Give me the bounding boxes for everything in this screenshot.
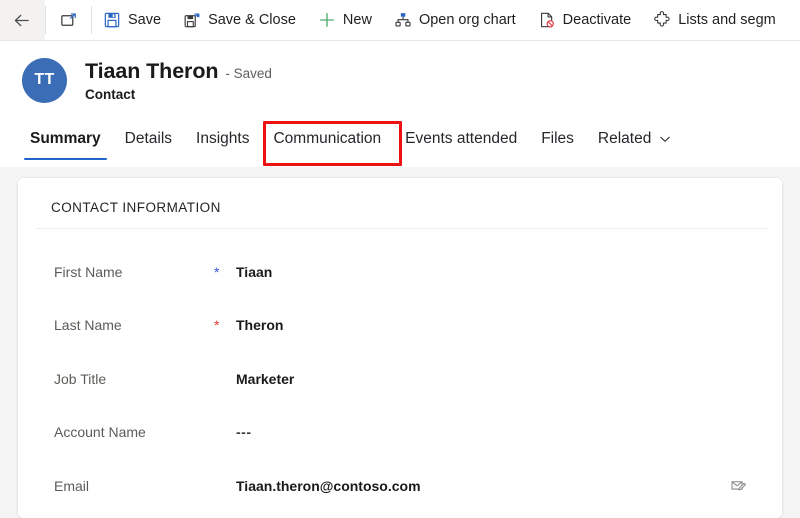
- deactivate-icon: [538, 11, 556, 29]
- tab-summary-label: Summary: [30, 130, 101, 147]
- tab-details[interactable]: Details: [113, 119, 184, 159]
- lists-and-segments-button[interactable]: Lists and segm: [642, 0, 787, 40]
- back-button[interactable]: [0, 0, 45, 40]
- tab-related[interactable]: Related: [586, 119, 684, 159]
- tab-details-label: Details: [124, 130, 173, 147]
- card-section-title: CONTACT INFORMATION: [51, 200, 221, 215]
- chevron-down-icon: [658, 132, 672, 146]
- new-button[interactable]: New: [307, 0, 383, 40]
- field-first-name-label: First Name: [54, 263, 123, 280]
- tab-events-attended-label: Events attended: [405, 130, 518, 147]
- tab-insights-label: Insights: [196, 130, 250, 147]
- record-title-block: Tiaan Theron - Saved Contact: [85, 59, 272, 102]
- tab-communication-label: Communication: [273, 130, 382, 147]
- field-last-name-label: Last Name: [54, 317, 122, 334]
- tab-bar: Summary Details Insights Communication E…: [0, 119, 800, 167]
- entity-name: Contact: [85, 86, 136, 102]
- tab-insights[interactable]: Insights: [184, 119, 261, 159]
- save-button[interactable]: Save: [92, 0, 172, 40]
- avatar: TT: [22, 57, 67, 103]
- tab-communication[interactable]: Communication: [261, 119, 393, 159]
- dynamics-contact-form: Save Save & Close New Open org chart Dea…: [0, 0, 800, 518]
- deactivate-button-label: Deactivate: [562, 11, 632, 28]
- field-job-title-label: Job Title: [54, 370, 107, 387]
- compose-email-icon: [730, 477, 747, 494]
- open-org-chart-button-label: Open org chart: [418, 11, 516, 28]
- back-arrow-icon: [12, 11, 31, 30]
- required-indicator-recommended: *: [214, 263, 220, 280]
- field-first-name-value: Tiaan: [236, 263, 273, 280]
- tab-summary[interactable]: Summary: [18, 119, 113, 160]
- open-org-chart-button[interactable]: Open org chart: [383, 0, 527, 40]
- contact-information-card: CONTACT INFORMATION First Name * Tiaan L…: [18, 178, 782, 518]
- save-and-close-button[interactable]: Save & Close: [172, 0, 307, 40]
- record-header: TT Tiaan Theron - Saved Contact: [0, 41, 800, 119]
- field-email-value: Tiaan.theron@contoso.com: [236, 477, 421, 494]
- tab-related-label: Related: [597, 130, 652, 147]
- save-close-icon: [183, 11, 201, 29]
- field-account-name[interactable]: Account Name ---: [18, 406, 782, 460]
- required-indicator-required: *: [214, 317, 220, 334]
- field-first-name[interactable]: First Name * Tiaan: [18, 245, 782, 299]
- new-button-label: New: [342, 11, 372, 28]
- avatar-initials: TT: [34, 71, 55, 88]
- org-chart-icon: [394, 11, 412, 29]
- field-last-name[interactable]: Last Name * Theron: [18, 299, 782, 353]
- save-button-label: Save: [128, 11, 162, 28]
- compose-email-button[interactable]: [728, 476, 748, 496]
- deactivate-button[interactable]: Deactivate: [527, 0, 643, 40]
- tab-files-label: Files: [541, 130, 574, 147]
- lists-and-segments-button-label: Lists and segm: [678, 11, 776, 28]
- puzzle-icon: [653, 11, 671, 29]
- field-email[interactable]: Email Tiaan.theron@contoso.com: [18, 459, 782, 513]
- popout-button[interactable]: [46, 0, 91, 40]
- command-bar: Save Save & Close New Open org chart Dea…: [0, 0, 800, 41]
- popout-icon: [59, 11, 78, 30]
- save-and-close-button-label: Save & Close: [208, 11, 296, 28]
- field-email-label: Email: [54, 477, 90, 494]
- page-title: Tiaan Theron: [85, 58, 219, 83]
- tab-files[interactable]: Files: [529, 119, 586, 159]
- field-list: First Name * Tiaan Last Name * Theron Jo…: [18, 229, 782, 513]
- field-job-title-value: Marketer: [236, 370, 295, 387]
- plus-icon: [318, 11, 336, 29]
- field-account-name-label: Account Name: [54, 424, 146, 441]
- field-account-name-value: ---: [236, 424, 252, 441]
- save-icon: [103, 11, 121, 29]
- field-last-name-value: Theron: [236, 317, 284, 334]
- tab-events-attended[interactable]: Events attended: [393, 119, 529, 159]
- save-status: - Saved: [225, 65, 272, 81]
- form-body: CONTACT INFORMATION First Name * Tiaan L…: [0, 167, 800, 518]
- field-job-title[interactable]: Job Title Marketer: [18, 352, 782, 406]
